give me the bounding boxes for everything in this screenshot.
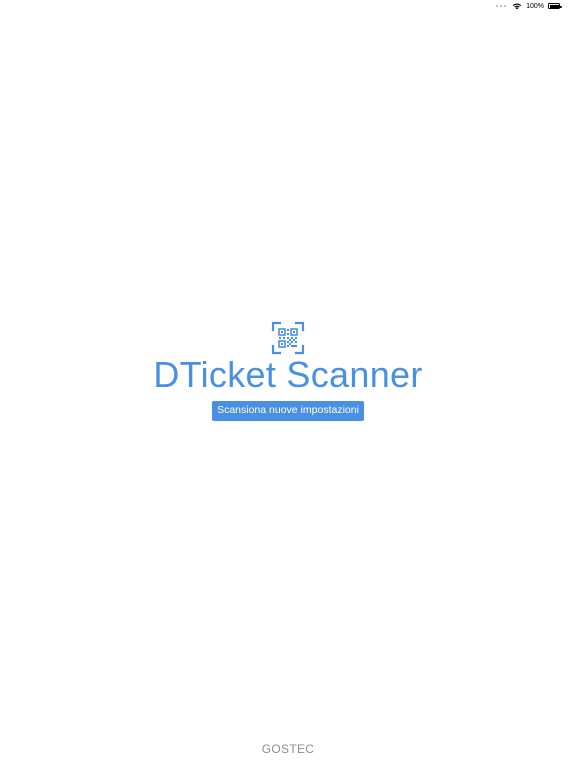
wifi-icon [512,3,522,10]
app-title: DTicket Scanner [153,354,423,395]
status-bar: 100% [0,0,576,12]
signal-dots-icon [496,5,507,7]
status-indicators: 100% [496,1,562,11]
footer-brand: GOSTEC [261,742,315,756]
battery-percentage: 100% [526,2,544,10]
battery-fill [549,4,559,8]
battery-icon [548,3,562,9]
splash-content: DTicket Scanner Scansiona nuove impostaz… [0,321,576,421]
scan-new-settings-button[interactable]: Scansiona nuove impostazioni [212,401,364,421]
qr-code-scan-icon [271,321,305,355]
splash-screen: 100% DTicket Scanner Scansiona nuove imp… [0,0,576,768]
